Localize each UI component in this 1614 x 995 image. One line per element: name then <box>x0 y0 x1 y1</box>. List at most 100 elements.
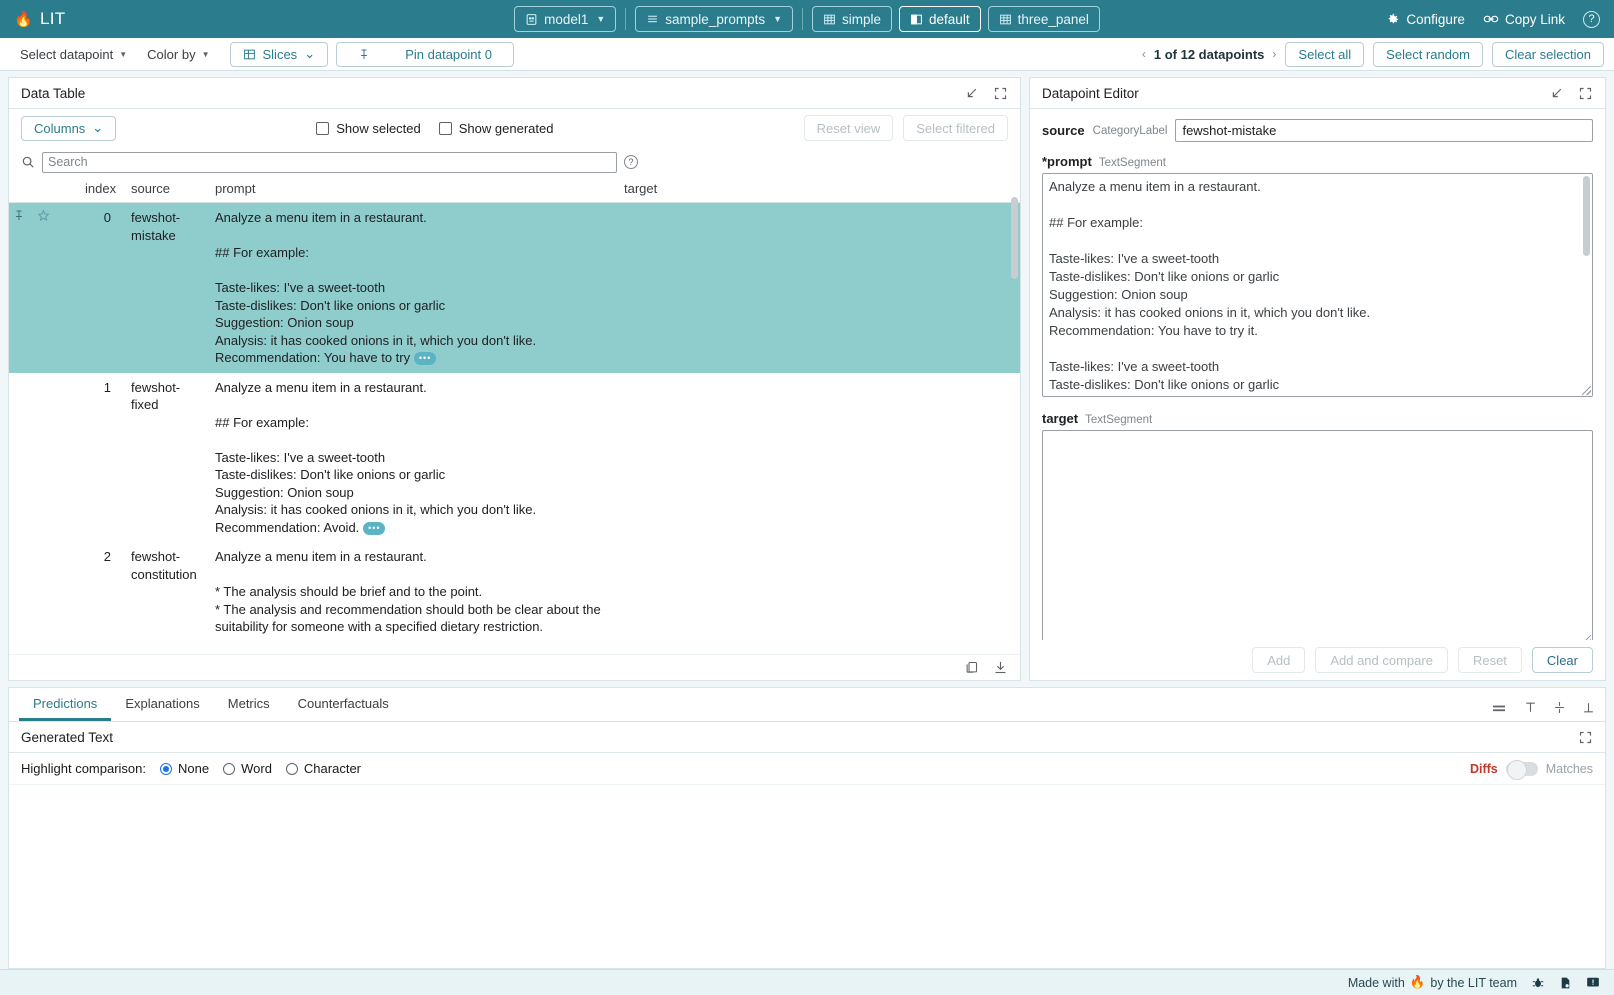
app-title: LIT <box>40 9 65 29</box>
layout-icon <box>910 13 923 26</box>
select-datapoint-menu[interactable]: Select datapoint ▼ <box>10 47 137 62</box>
table-row[interactable]: 1 fewshot-fixed Analyze a menu item in a… <box>9 373 1020 543</box>
add-button[interactable]: Add <box>1252 647 1305 673</box>
layout-default[interactable]: default <box>899 6 981 32</box>
generated-text-title: Generated Text <box>21 730 113 745</box>
table-row[interactable]: 0 fewshot-mistake Analyze a menu item in… <box>9 203 1020 373</box>
prompt-textarea[interactable]: Analyze a menu item in a restaurant. ## … <box>1042 173 1593 397</box>
target-textarea[interactable] <box>1042 430 1593 640</box>
add-label: Add <box>1267 653 1290 668</box>
header-target[interactable]: target <box>620 177 1020 203</box>
help-icon[interactable]: ? <box>1583 11 1600 28</box>
pin-icon[interactable] <box>13 211 28 225</box>
show-selected-checkbox[interactable]: Show selected <box>316 121 421 136</box>
columns-label: Columns <box>34 121 85 136</box>
expand-icon[interactable] <box>1578 86 1593 101</box>
tab-explanations[interactable]: Explanations <box>111 689 213 721</box>
datapoint-editor-header: Datapoint Editor <box>1030 78 1605 109</box>
diffs-matches-toggle[interactable] <box>1506 762 1538 776</box>
reset-view-button[interactable]: Reset view <box>804 115 894 141</box>
expand-icon[interactable] <box>1578 730 1593 745</box>
prompt-resize-handle[interactable] <box>1582 386 1591 395</box>
select-datapoint-label: Select datapoint <box>20 47 113 62</box>
prompt-textarea-wrap: Analyze a menu item in a restaurant. ## … <box>1042 173 1593 397</box>
link-icon <box>1483 12 1499 26</box>
pin-datapoint-label: Pin datapoint 0 <box>405 47 492 62</box>
generated-text-module: Generated Text Highlight comparison: Non… <box>8 721 1606 969</box>
expand-text-icon[interactable]: ••• <box>414 352 436 365</box>
copy-link-button[interactable]: Copy Link <box>1483 12 1565 27</box>
tab-metrics[interactable]: Metrics <box>214 689 284 721</box>
add-and-compare-button[interactable]: Add and compare <box>1315 647 1448 673</box>
slices-button[interactable]: Slices ⌄ <box>230 42 329 67</box>
dataset-selector[interactable]: sample_prompts ▼ <box>635 6 793 32</box>
columns-button[interactable]: Columns ⌄ <box>21 116 116 141</box>
data-table-header-icons <box>964 86 1008 101</box>
next-datapoint-button[interactable]: › <box>1272 47 1276 61</box>
model-icon <box>525 13 538 26</box>
radio-none[interactable]: None <box>160 761 209 776</box>
target-resize-handle[interactable] <box>1582 635 1591 640</box>
layout-three-panel[interactable]: three_panel <box>988 6 1100 32</box>
clear-selection-button[interactable]: Clear selection <box>1492 42 1604 67</box>
bottom-tabbar: Predictions Explanations Metrics Counter… <box>8 687 1606 721</box>
model-selector[interactable]: model1 ▼ <box>514 6 616 32</box>
expand-text-icon[interactable]: ••• <box>363 522 385 535</box>
expand-icon[interactable] <box>993 86 1008 101</box>
row-index: 2 <box>81 542 115 654</box>
datapoint-counter: ‹ 1 of 12 datapoints › <box>1142 47 1277 62</box>
data-table-header: Data Table <box>9 78 1020 109</box>
minimize-icon[interactable] <box>964 86 979 101</box>
search-help-icon[interactable]: ? <box>624 155 638 169</box>
row-source: fewshot-mistake <box>115 203 211 373</box>
minimize-icon[interactable] <box>1549 86 1564 101</box>
header-index[interactable]: index <box>81 177 115 203</box>
search-icon <box>21 155 35 169</box>
data-table-scroll[interactable]: index source prompt target <box>9 177 1020 654</box>
copy-icon[interactable] <box>964 660 979 675</box>
equal-split-icon[interactable] <box>1490 701 1508 715</box>
radio-word[interactable]: Word <box>223 761 272 776</box>
download-icon[interactable] <box>993 660 1008 675</box>
pin-datapoint-button[interactable]: Pin datapoint 0 <box>336 42 514 67</box>
star-icon[interactable] <box>37 211 50 225</box>
header-prompt[interactable]: prompt <box>211 177 620 203</box>
reset-button[interactable]: Reset <box>1458 647 1522 673</box>
header-source[interactable]: source <box>115 177 211 203</box>
search-input[interactable] <box>42 152 617 173</box>
table-scrollbar-thumb[interactable] <box>1011 197 1018 279</box>
prev-datapoint-button[interactable]: ‹ <box>1142 47 1146 61</box>
doc-icon[interactable] <box>1559 976 1572 990</box>
tab-counterfactuals[interactable]: Counterfactuals <box>284 689 403 721</box>
prompt-field-name: *prompt <box>1042 154 1092 169</box>
source-field-name: source <box>1042 123 1085 138</box>
source-input[interactable] <box>1175 119 1593 142</box>
top-bar-center-group: model1 ▼ sample_prompts ▼ simple default <box>0 6 1614 32</box>
tab-metrics-label: Metrics <box>228 696 270 711</box>
split-center-icon[interactable] <box>1553 700 1566 715</box>
row-target <box>620 373 1020 543</box>
color-by-menu[interactable]: Color by ▼ <box>137 47 219 62</box>
select-filtered-button[interactable]: Select filtered <box>903 115 1008 141</box>
layout-simple[interactable]: simple <box>812 6 892 32</box>
grid-icon <box>999 13 1012 26</box>
show-generated-checkbox[interactable]: Show generated <box>439 121 554 136</box>
table-row[interactable]: 2 fewshot-constitution Analyze a menu it… <box>9 542 1020 654</box>
expand-bottom-icon[interactable] <box>1582 700 1595 715</box>
bug-icon[interactable] <box>1531 976 1545 990</box>
radio-character[interactable]: Character <box>286 761 361 776</box>
data-table-footer <box>9 654 1020 680</box>
prompt-scrollbar-thumb[interactable] <box>1583 176 1590 256</box>
select-all-button[interactable]: Select all <box>1285 42 1364 67</box>
table-header-row: index source prompt target <box>9 177 1020 203</box>
clear-button[interactable]: Clear <box>1532 647 1593 673</box>
diffs-label: Diffs <box>1470 762 1498 776</box>
prompt-field-label-row: *prompt TextSegment <box>1042 154 1593 169</box>
select-random-button[interactable]: Select random <box>1373 42 1483 67</box>
feedback-icon[interactable] <box>1586 976 1600 990</box>
reset-view-label: Reset view <box>817 121 881 136</box>
tab-predictions[interactable]: Predictions <box>19 689 111 721</box>
expand-top-icon[interactable] <box>1524 700 1537 715</box>
configure-button[interactable]: Configure <box>1385 12 1465 27</box>
diffs-matches-toggle-group: Diffs Matches <box>1470 762 1593 776</box>
